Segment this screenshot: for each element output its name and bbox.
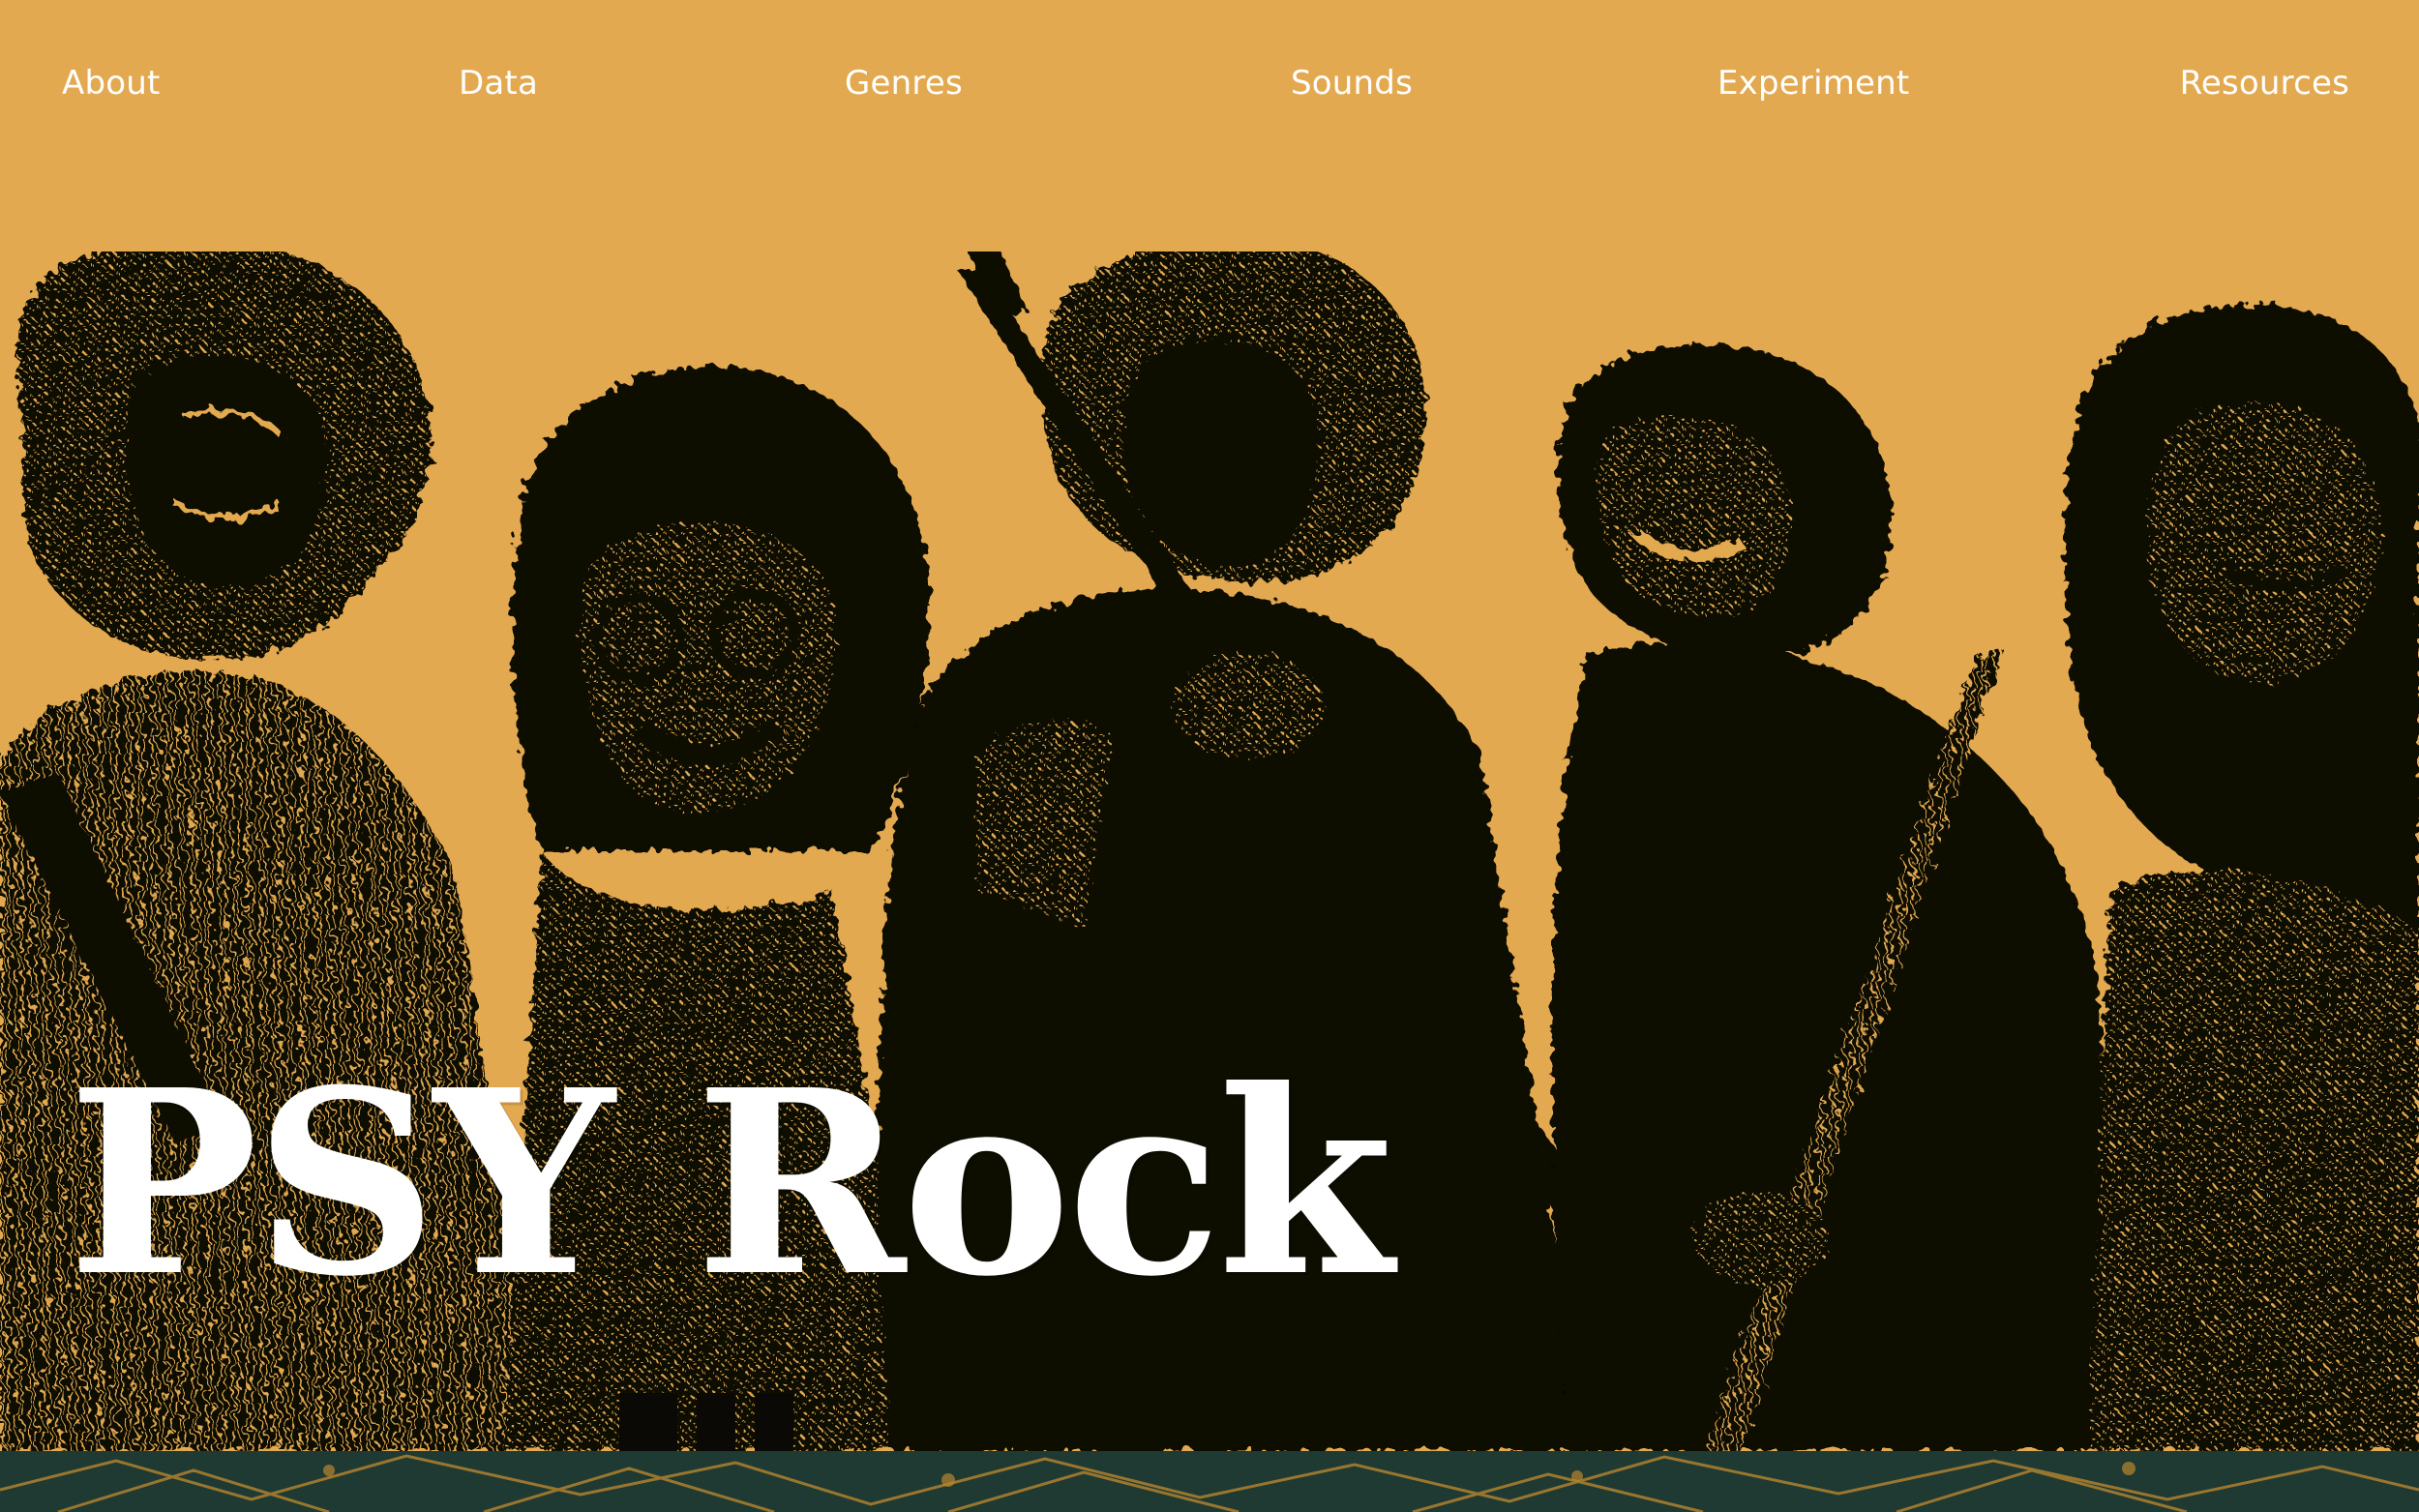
nav-link-genres[interactable]: Genres bbox=[845, 60, 963, 106]
next-section-preview bbox=[0, 1451, 2419, 1512]
top-navigation: About Data Genres Sounds Experiment Reso… bbox=[0, 0, 2419, 164]
nav-link-data[interactable]: Data bbox=[459, 60, 538, 106]
nav-link-about[interactable]: About bbox=[62, 60, 161, 106]
musician-5-figure bbox=[2064, 304, 2419, 1451]
nav-link-experiment[interactable]: Experiment bbox=[1717, 60, 1909, 106]
page-title: PSY Rock bbox=[68, 1034, 1393, 1332]
musician-4-figure bbox=[1551, 344, 2129, 1451]
nav-link-sounds[interactable]: Sounds bbox=[1291, 60, 1413, 106]
nav-link-resources[interactable]: Resources bbox=[2180, 60, 2349, 106]
decorative-pattern-icon bbox=[0, 1454, 2419, 1512]
